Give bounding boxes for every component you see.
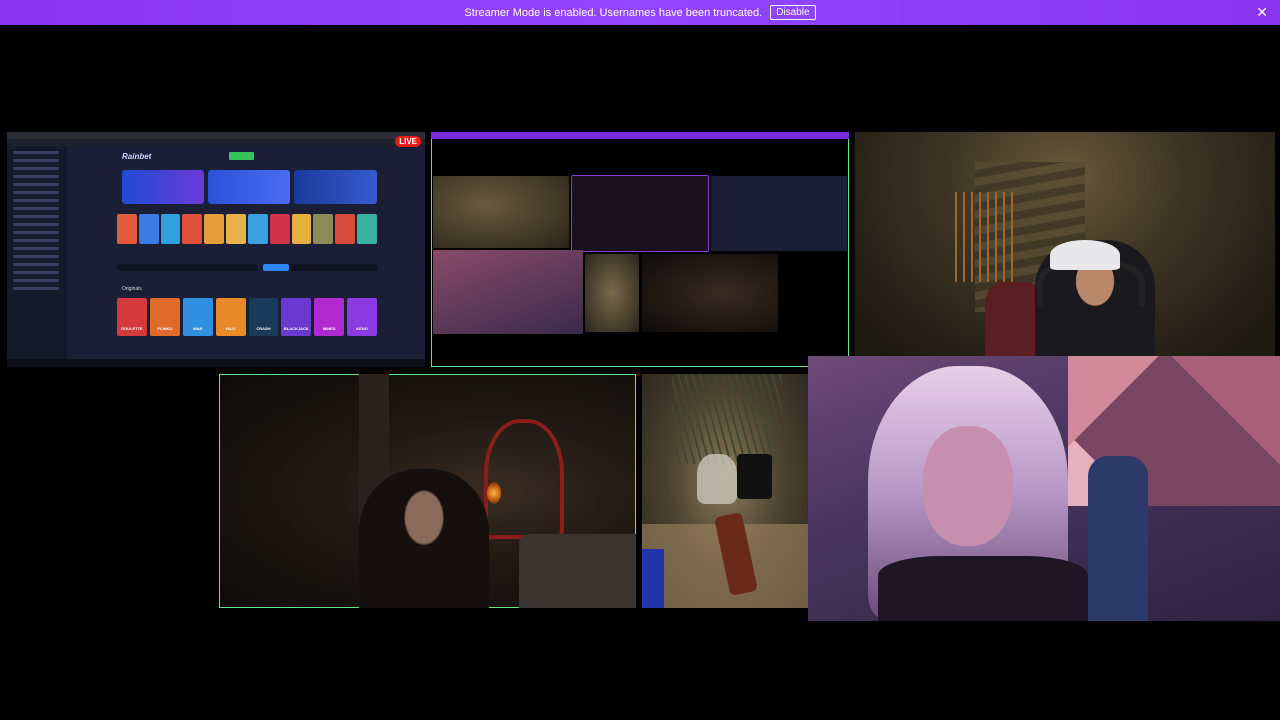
originals-row: ROULETTE PLINKO WAR HILO CRASH BLACKJACK… xyxy=(117,298,377,336)
originals-heading: Originals xyxy=(122,286,142,292)
live-badge: LIVE xyxy=(395,136,421,147)
streamer-mode-message: Streamer Mode is enabled. Usernames have… xyxy=(464,6,763,19)
casino-main: Rainbet Originals ROULETTE PLINKO WAR HI… xyxy=(67,146,425,367)
nested-webcam xyxy=(585,254,639,332)
streamer-mode-banner: Streamer Mode is enabled. Usernames have… xyxy=(0,0,1280,25)
browser-tabbar xyxy=(7,132,425,139)
nested-webcam xyxy=(571,175,709,252)
slots-row xyxy=(117,214,377,244)
browser-urlbar xyxy=(7,139,425,146)
stream-tile-webcam-room[interactable] xyxy=(855,132,1275,358)
disable-streamer-mode-button[interactable]: Disable xyxy=(770,5,816,20)
original-game-card: BLACKJACK xyxy=(281,298,312,336)
nested-webcam xyxy=(642,254,778,332)
original-game-card: HILO xyxy=(215,298,246,336)
promo-card xyxy=(122,170,204,204)
original-game-card: KENO xyxy=(347,298,377,336)
original-game-card: ROULETTE xyxy=(117,298,147,336)
original-game-card: CRASH xyxy=(248,298,279,336)
nested-webcam xyxy=(433,250,583,334)
os-taskbar xyxy=(7,359,425,367)
close-icon[interactable]: ✕ xyxy=(1256,4,1268,21)
nested-webcam xyxy=(433,176,569,248)
promo-card xyxy=(208,170,290,204)
game-filter-tabs xyxy=(263,264,378,271)
stream-tile-purple-room[interactable] xyxy=(808,356,1280,621)
streamer-video xyxy=(359,469,489,608)
stream-tile-dark-room[interactable] xyxy=(219,374,636,608)
nested-banner xyxy=(431,132,849,139)
stream-tile-multistream[interactable] xyxy=(431,132,849,367)
original-game-card: PLINKO xyxy=(149,298,180,336)
stream-tile-casino[interactable]: Rainbet Originals ROULETTE PLINKO WAR HI… xyxy=(7,132,425,367)
original-game-card: MINES xyxy=(314,298,345,336)
casino-sidebar xyxy=(7,146,65,367)
promo-card xyxy=(294,170,377,204)
casino-logo: Rainbet xyxy=(122,152,152,161)
search-input xyxy=(117,264,257,271)
stream-tile-table-cam[interactable] xyxy=(642,374,810,608)
original-game-card: WAR xyxy=(182,298,213,336)
wallet-button xyxy=(229,152,254,160)
nested-webcam xyxy=(711,176,847,251)
